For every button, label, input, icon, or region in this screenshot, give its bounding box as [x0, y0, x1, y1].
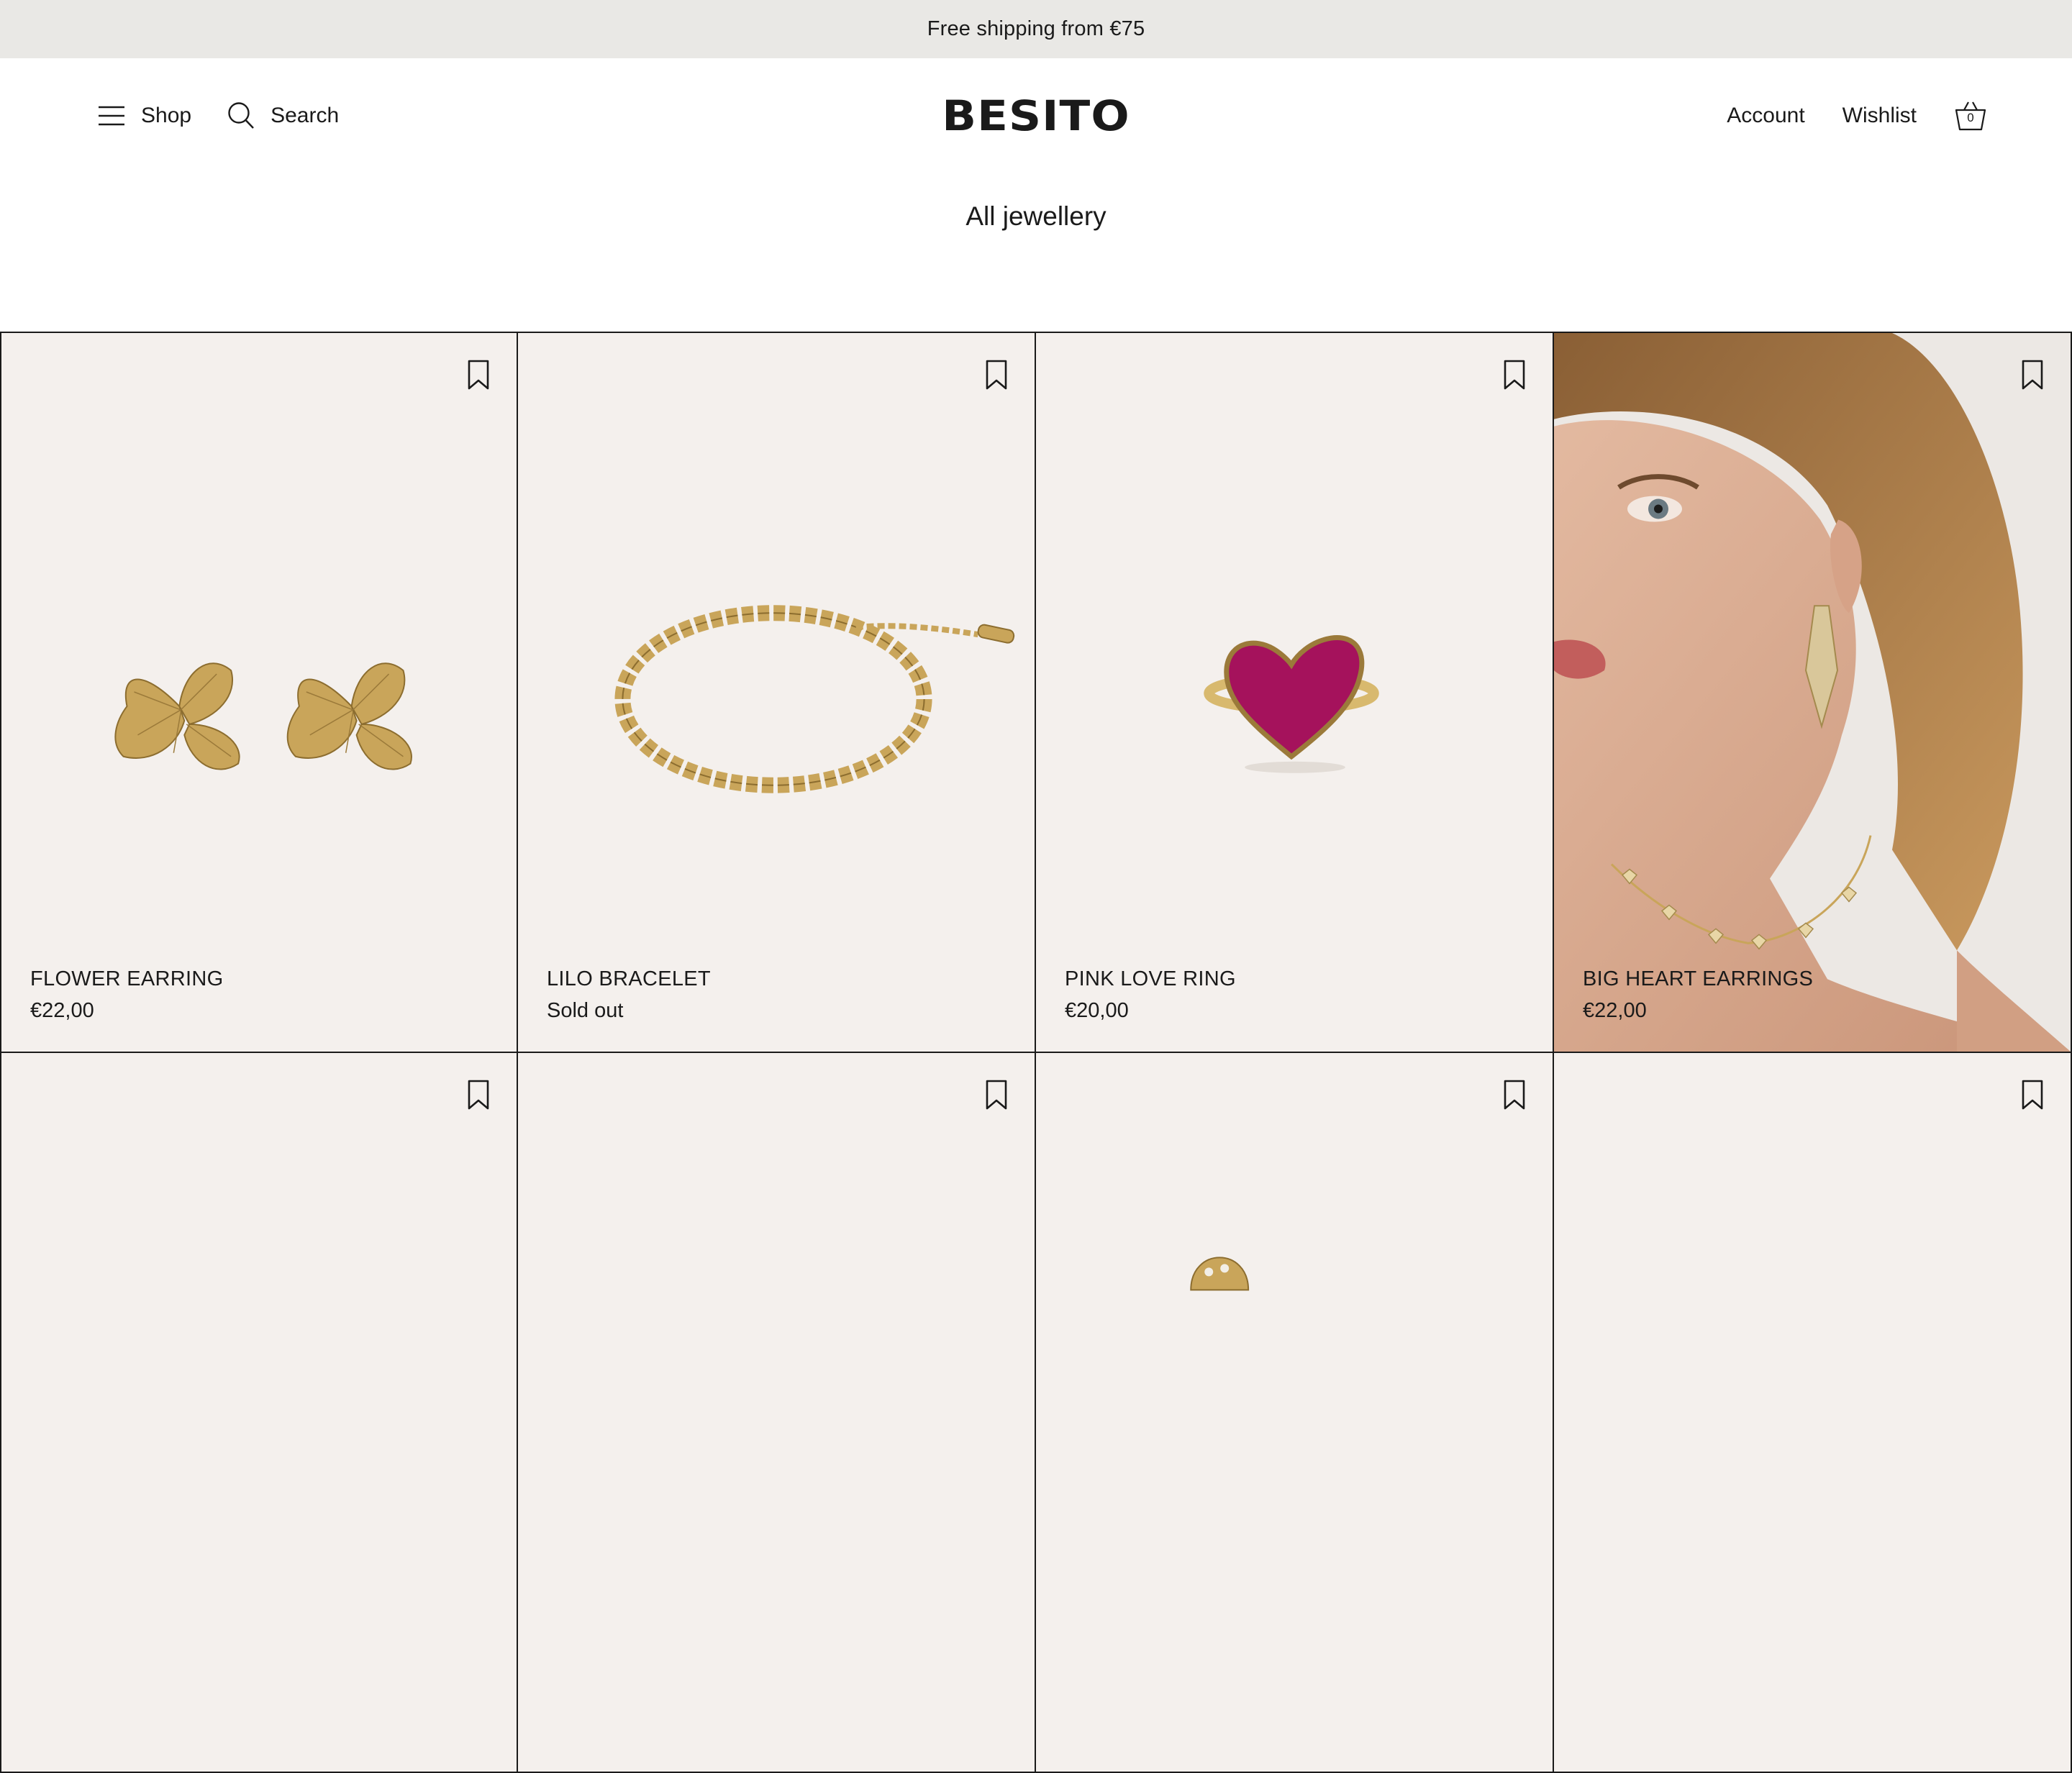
cart-button[interactable]: 0	[1954, 99, 1987, 132]
search-label: Search	[271, 104, 340, 127]
announcement-bar: Free shipping from €75	[0, 0, 2072, 58]
product-grid: FLOWER EARRING €22,00 LILO BRACELET Sold…	[0, 332, 2072, 1773]
product-image-lilo-bracelet	[614, 605, 1015, 793]
product-price: €22,00	[30, 999, 94, 1022]
product-card[interactable]	[0, 1053, 518, 1773]
account-link[interactable]: Account	[1727, 104, 1804, 128]
site-header: Shop Search BESITO Account Wishlist 0	[0, 58, 2072, 173]
bookmark-icon[interactable]	[984, 1079, 1009, 1111]
product-name: LILO BRACELET	[547, 967, 711, 990]
product-image-pink-love-ring	[1204, 635, 1379, 773]
menu-icon	[99, 106, 124, 126]
bookmark-icon[interactable]	[984, 359, 1009, 391]
search-icon	[228, 102, 254, 129]
bookmark-icon[interactable]	[1502, 359, 1527, 391]
product-name: BIG HEART EARRINGS	[1583, 967, 1814, 990]
search-button[interactable]: Search	[227, 101, 339, 130]
brand-logo[interactable]: BESITO	[935, 90, 1137, 142]
shop-menu-button[interactable]: Shop	[98, 104, 191, 128]
product-card[interactable]	[1554, 1053, 2072, 1773]
announcement-text: Free shipping from €75	[927, 17, 1145, 40]
product-image-model-photo	[1554, 333, 2071, 1052]
product-name: FLOWER EARRING	[30, 967, 224, 990]
product-card[interactable]: BIG HEART EARRINGS €22,00	[1554, 333, 2072, 1053]
bookmark-icon[interactable]	[2020, 1079, 2045, 1111]
bookmark-icon[interactable]	[466, 1079, 491, 1111]
header-right-nav: Account Wishlist 0	[1727, 96, 1987, 136]
bookmark-icon[interactable]	[466, 359, 491, 391]
product-price: Sold out	[547, 999, 624, 1022]
wishlist-link[interactable]: Wishlist	[1842, 104, 1917, 128]
product-card[interactable]	[1036, 1053, 1554, 1773]
bookmark-icon[interactable]	[2020, 359, 2045, 391]
product-card[interactable]: LILO BRACELET Sold out	[518, 333, 1036, 1053]
page-title: All jewellery	[965, 201, 1107, 231]
product-name: PINK LOVE RING	[1065, 967, 1236, 990]
product-card[interactable]: FLOWER EARRING €22,00	[0, 333, 518, 1053]
product-image-partial-ring	[1190, 1257, 1250, 1291]
bookmark-icon[interactable]	[1502, 1079, 1527, 1111]
cart-count: 0	[1967, 111, 1974, 124]
product-image-flower-earring	[114, 662, 412, 770]
header-left-nav: Shop Search	[98, 97, 339, 135]
product-card[interactable]	[518, 1053, 1036, 1773]
shop-label: Shop	[141, 104, 192, 127]
product-card[interactable]: PINK LOVE RING €20,00	[1036, 333, 1554, 1053]
product-price: €22,00	[1583, 999, 1647, 1022]
product-price: €20,00	[1065, 999, 1129, 1022]
